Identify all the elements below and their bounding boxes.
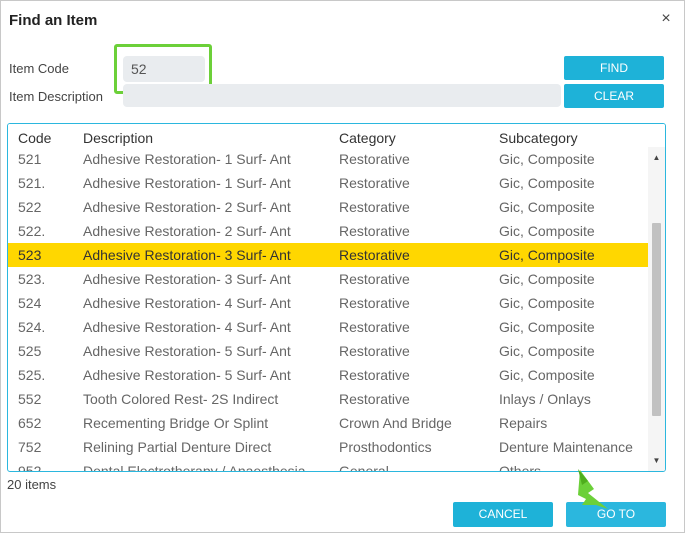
- find-button[interactable]: FIND: [564, 56, 664, 80]
- cell-category: Restorative: [339, 223, 410, 239]
- item-code-label: Item Code: [9, 61, 69, 76]
- table-row[interactable]: 521. Adhesive Restoration- 1 Surf- Ant Res…: [8, 171, 648, 195]
- cell-category: General: [339, 463, 389, 472]
- cell-description: Adhesive Restoration- 5 Surf- Ant: [83, 343, 291, 359]
- cell-description: Adhesive Restoration- 2 Surf- Ant: [83, 199, 291, 215]
- table-row[interactable]: 523 Adhesive Restoration- 3 Surf- Ant Rest…: [8, 243, 648, 267]
- cell-code: 522: [18, 199, 42, 215]
- grid-scrollbar[interactable]: ▲ ▼: [648, 147, 665, 471]
- cell-subcategory: Gic, Composite: [499, 295, 595, 311]
- cell-description: Relining Partial Denture Direct: [83, 439, 272, 455]
- cell-code: 524: [18, 295, 42, 311]
- item-description-label: Item Description: [9, 89, 103, 104]
- table-row[interactable]: 525 Adhesive Restoration- 5 Surf- Ant Rest…: [8, 339, 648, 363]
- cell-category: Restorative: [339, 391, 410, 407]
- cell-category: Restorative: [339, 319, 410, 335]
- table-row[interactable]: 952 Dental Electrotherapy / Anaesthesia Ge…: [8, 459, 648, 472]
- cell-description: Dental Electrotherapy / Anaesthesia: [83, 463, 306, 472]
- item-code-input[interactable]: [123, 56, 205, 82]
- cell-code: 952: [18, 463, 42, 472]
- cell-subcategory: Inlays / Onlays: [499, 391, 591, 407]
- cell-code: 523: [18, 247, 42, 263]
- items-grid: Code Description Category Subcategory 52…: [7, 123, 666, 472]
- table-row[interactable]: 523. Adhesive Restoration- 3 Surf- Ant Res…: [8, 267, 648, 291]
- column-header-subcategory[interactable]: Subcategory: [499, 130, 578, 146]
- column-header-code[interactable]: Code: [18, 130, 51, 146]
- cell-code: 521: [18, 151, 42, 167]
- cell-description: Adhesive Restoration- 1 Surf- Ant: [83, 175, 291, 191]
- cell-subcategory: Gic, Composite: [499, 247, 595, 263]
- table-row[interactable]: 552 Tooth Colored Rest- 2S Indirect Restor…: [8, 387, 648, 411]
- table-row[interactable]: 522 Adhesive Restoration- 2 Surf- Ant Rest…: [8, 195, 648, 219]
- cell-code: 525.: [18, 367, 46, 383]
- items-count: 20 items: [7, 477, 57, 492]
- cell-code: 525: [18, 343, 42, 359]
- cell-subcategory: Repairs: [499, 415, 548, 431]
- cell-category: Restorative: [339, 295, 410, 311]
- cell-code: 652: [18, 415, 42, 431]
- clear-button[interactable]: CLEAR: [564, 84, 664, 108]
- cell-subcategory: Gic, Composite: [499, 367, 595, 383]
- grid-body: 521 Adhesive Restoration- 1 Surf- Ant Rest…: [8, 147, 648, 472]
- cell-category: Restorative: [339, 271, 410, 287]
- table-row[interactable]: 522. Adhesive Restoration- 2 Surf- Ant Res…: [8, 219, 648, 243]
- cell-code: 524.: [18, 319, 46, 335]
- table-row[interactable]: 524 Adhesive Restoration- 4 Surf- Ant Rest…: [8, 291, 648, 315]
- close-icon[interactable]: ×: [658, 10, 674, 28]
- cell-category: Restorative: [339, 175, 410, 191]
- title-bar: Find an Item ×: [1, 1, 684, 39]
- cell-subcategory: Others: [499, 463, 542, 472]
- cell-subcategory: Gic, Composite: [499, 223, 595, 239]
- cell-subcategory: Gic, Composite: [499, 199, 595, 215]
- cell-code: 752: [18, 439, 42, 455]
- dialog-title: Find an Item: [9, 12, 98, 29]
- cell-category: Restorative: [339, 199, 410, 215]
- column-header-description[interactable]: Description: [83, 130, 153, 146]
- cell-category: Restorative: [339, 343, 410, 359]
- column-header-category[interactable]: Category: [339, 130, 396, 146]
- cell-code: 522.: [18, 223, 46, 239]
- cell-description: Adhesive Restoration- 4 Surf- Ant: [83, 295, 291, 311]
- cell-code: 523.: [18, 271, 46, 287]
- cell-description: Adhesive Restoration- 1 Surf- Ant: [83, 151, 291, 167]
- cell-subcategory: Gic, Composite: [499, 343, 595, 359]
- table-row[interactable]: 525. Adhesive Restoration- 5 Surf- Ant Res…: [8, 363, 648, 387]
- scroll-down-icon[interactable]: ▼: [648, 453, 665, 469]
- scroll-up-icon[interactable]: ▲: [648, 150, 665, 166]
- table-row[interactable]: 521 Adhesive Restoration- 1 Surf- Ant Rest…: [8, 147, 648, 171]
- goto-button[interactable]: GO TO: [566, 502, 666, 527]
- cell-category: Restorative: [339, 367, 410, 383]
- cell-code: 521.: [18, 175, 46, 191]
- cell-subcategory: Gic, Composite: [499, 175, 595, 191]
- cell-description: Adhesive Restoration- 2 Surf- Ant: [83, 223, 291, 239]
- cell-description: Recementing Bridge Or Splint: [83, 415, 269, 431]
- cell-subcategory: Gic, Composite: [499, 319, 595, 335]
- cell-subcategory: Gic, Composite: [499, 151, 595, 167]
- cell-description: Tooth Colored Rest- 2S Indirect: [83, 391, 279, 407]
- cell-subcategory: Gic, Composite: [499, 271, 595, 287]
- cell-description: Adhesive Restoration- 3 Surf- Ant: [83, 247, 291, 263]
- table-row[interactable]: 752 Relining Partial Denture Direct Prosth…: [8, 435, 648, 459]
- cell-description: Adhesive Restoration- 5 Surf- Ant: [83, 367, 291, 383]
- scroll-thumb[interactable]: [652, 223, 661, 416]
- cell-subcategory: Denture Maintenance: [499, 439, 633, 455]
- cell-description: Adhesive Restoration- 4 Surf- Ant: [83, 319, 291, 335]
- table-row[interactable]: 652 Recementing Bridge Or Splint Crown And…: [8, 411, 648, 435]
- cell-category: Crown And Bridge: [339, 415, 452, 431]
- table-row[interactable]: 524. Adhesive Restoration- 4 Surf- Ant Res…: [8, 315, 648, 339]
- cell-category: Restorative: [339, 247, 410, 263]
- cell-code: 552: [18, 391, 42, 407]
- cell-category: Prosthodontics: [339, 439, 432, 455]
- cell-category: Restorative: [339, 151, 410, 167]
- cell-description: Adhesive Restoration- 3 Surf- Ant: [83, 271, 291, 287]
- item-description-input[interactable]: [123, 84, 561, 107]
- grid-header: Code Description Category Subcategory: [8, 124, 665, 149]
- find-item-dialog: Find an Item × Item Code Item Descriptio…: [0, 0, 685, 533]
- cancel-button[interactable]: CANCEL: [453, 502, 553, 527]
